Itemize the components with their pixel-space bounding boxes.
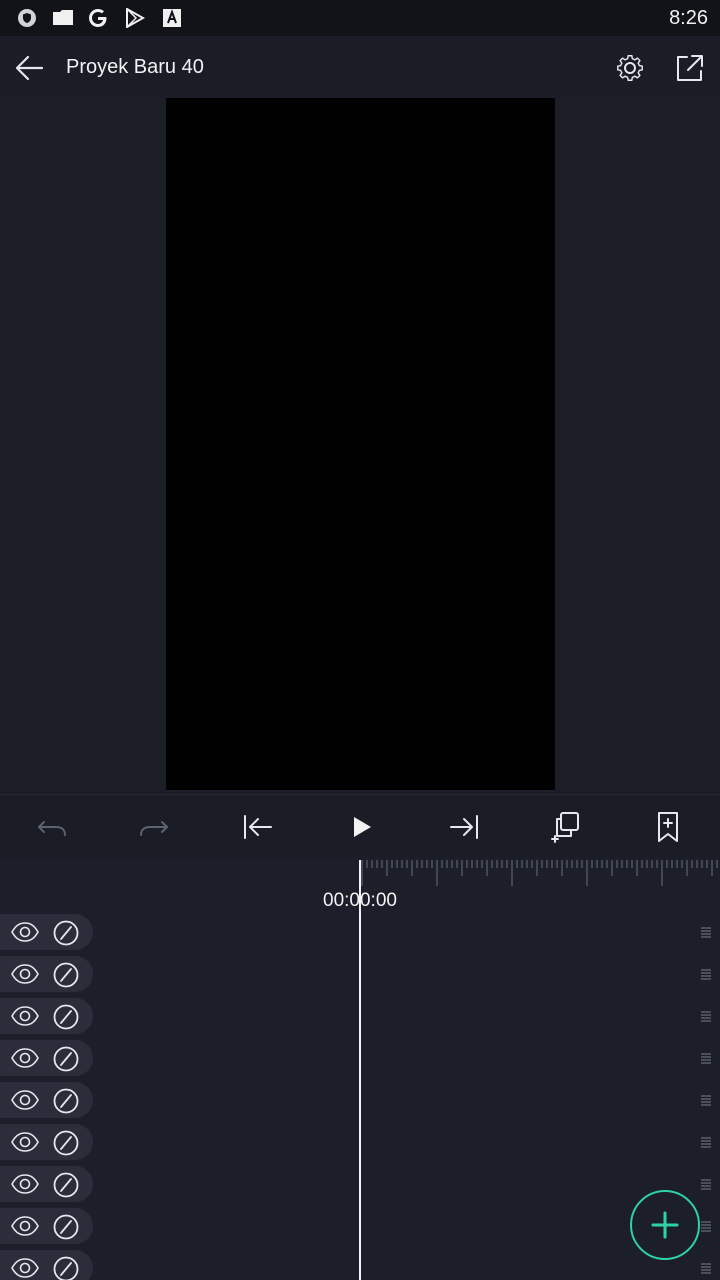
google-icon	[89, 9, 107, 27]
export-button[interactable]	[670, 48, 710, 88]
drag-handle-icon[interactable]	[700, 1178, 712, 1190]
visibility-toggle[interactable]	[10, 1171, 40, 1197]
playhead[interactable]	[359, 860, 361, 1280]
visibility-toggle[interactable]	[10, 1087, 40, 1113]
timeline[interactable]: 00:00:00	[0, 858, 720, 1280]
add-layer-button[interactable]	[630, 1190, 700, 1260]
eye-icon	[11, 1258, 39, 1278]
play-store-icon	[126, 8, 146, 28]
eye-icon	[11, 922, 39, 942]
play-icon	[354, 817, 371, 837]
visibility-toggle[interactable]	[10, 1213, 40, 1239]
disable-icon	[53, 1256, 79, 1280]
drag-handle-icon[interactable]	[700, 1262, 712, 1274]
eye-icon	[11, 1090, 39, 1110]
disable-icon	[53, 1088, 79, 1114]
eye-icon	[11, 1216, 39, 1236]
disable-toggle[interactable]	[52, 961, 80, 989]
visibility-toggle[interactable]	[10, 1045, 40, 1071]
disable-toggle[interactable]	[52, 1045, 80, 1073]
disable-toggle[interactable]	[52, 1129, 80, 1157]
disable-toggle[interactable]	[52, 1213, 80, 1241]
time-ruler[interactable]	[360, 858, 720, 890]
layer-controls	[0, 1166, 93, 1202]
disable-toggle[interactable]	[52, 1003, 80, 1031]
shield-icon	[18, 9, 36, 27]
settings-button[interactable]	[610, 48, 650, 88]
arrow-left-icon	[15, 55, 44, 81]
eye-icon	[11, 1132, 39, 1152]
disable-icon	[53, 1172, 79, 1198]
undo-button[interactable]	[32, 807, 72, 847]
playback-toolbar	[0, 794, 720, 859]
app-bar: Proyek Baru 40	[0, 36, 720, 98]
layer-controls	[0, 1124, 93, 1160]
duplicate-button[interactable]	[546, 807, 586, 847]
disable-icon	[53, 1130, 79, 1156]
undo-icon	[38, 821, 66, 836]
layer-controls	[0, 1250, 93, 1280]
skip-to-end-icon	[450, 815, 478, 839]
disable-icon	[53, 1004, 79, 1030]
layer-controls	[0, 1082, 93, 1118]
play-button[interactable]	[341, 807, 381, 847]
preview-area	[0, 98, 720, 792]
skip-to-start-icon	[244, 815, 272, 839]
disable-icon	[53, 1214, 79, 1240]
bookmark-add-icon	[658, 812, 678, 842]
skip-to-end-button[interactable]	[444, 807, 484, 847]
disable-icon	[53, 920, 79, 946]
share-icon	[677, 55, 703, 81]
eye-icon	[11, 1006, 39, 1026]
screen: 8:26 Proyek Baru 40	[0, 0, 720, 1280]
redo-icon	[140, 821, 168, 836]
bookmark-button[interactable]	[648, 807, 688, 847]
drag-handle-icon[interactable]	[700, 1094, 712, 1106]
skip-to-start-button[interactable]	[238, 807, 278, 847]
status-time: 8:26	[669, 7, 708, 29]
drag-handle-icon[interactable]	[700, 1136, 712, 1148]
plus-icon	[651, 1211, 679, 1239]
disable-toggle[interactable]	[52, 1087, 80, 1115]
visibility-toggle[interactable]	[10, 919, 40, 945]
folder-icon	[53, 10, 73, 25]
drag-handle-icon[interactable]	[700, 926, 712, 938]
visibility-toggle[interactable]	[10, 1255, 40, 1280]
status-bar: 8:26	[0, 0, 720, 36]
preview-canvas[interactable]	[166, 98, 555, 790]
gear-icon	[617, 55, 643, 81]
eye-icon	[11, 1048, 39, 1068]
visibility-toggle[interactable]	[10, 961, 40, 987]
disable-toggle[interactable]	[52, 919, 80, 947]
layer-controls	[0, 1040, 93, 1076]
drag-handle-icon[interactable]	[700, 968, 712, 980]
eye-icon	[11, 1174, 39, 1194]
visibility-toggle[interactable]	[10, 1129, 40, 1155]
disable-toggle[interactable]	[52, 1255, 80, 1280]
layer-controls	[0, 914, 93, 950]
redo-button[interactable]	[134, 807, 174, 847]
drag-handle-icon[interactable]	[700, 1220, 712, 1232]
font-icon	[163, 9, 181, 27]
disable-toggle[interactable]	[52, 1171, 80, 1199]
drag-handle-icon[interactable]	[700, 1010, 712, 1022]
layer-controls	[0, 1208, 93, 1244]
disable-icon	[53, 1046, 79, 1072]
eye-icon	[11, 964, 39, 984]
visibility-toggle[interactable]	[10, 1003, 40, 1029]
layer-controls	[0, 998, 93, 1034]
project-title[interactable]: Proyek Baru 40	[66, 56, 204, 79]
duplicate-icon	[551, 812, 579, 843]
layer-controls	[0, 956, 93, 992]
disable-icon	[53, 962, 79, 988]
back-button[interactable]	[10, 48, 50, 88]
drag-handle-icon[interactable]	[700, 1052, 712, 1064]
